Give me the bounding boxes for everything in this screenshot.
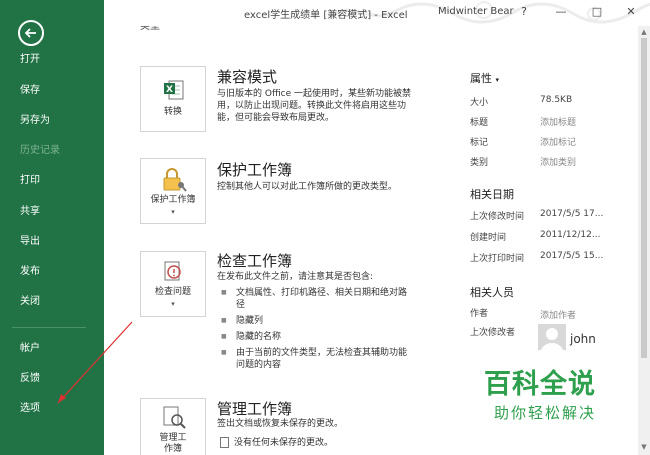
watermark-subtitle: 助你轻松解决	[494, 404, 597, 422]
watermark-title: 百科全说	[484, 369, 596, 400]
watermark: 百科全说 助你轻松解决	[462, 350, 628, 434]
